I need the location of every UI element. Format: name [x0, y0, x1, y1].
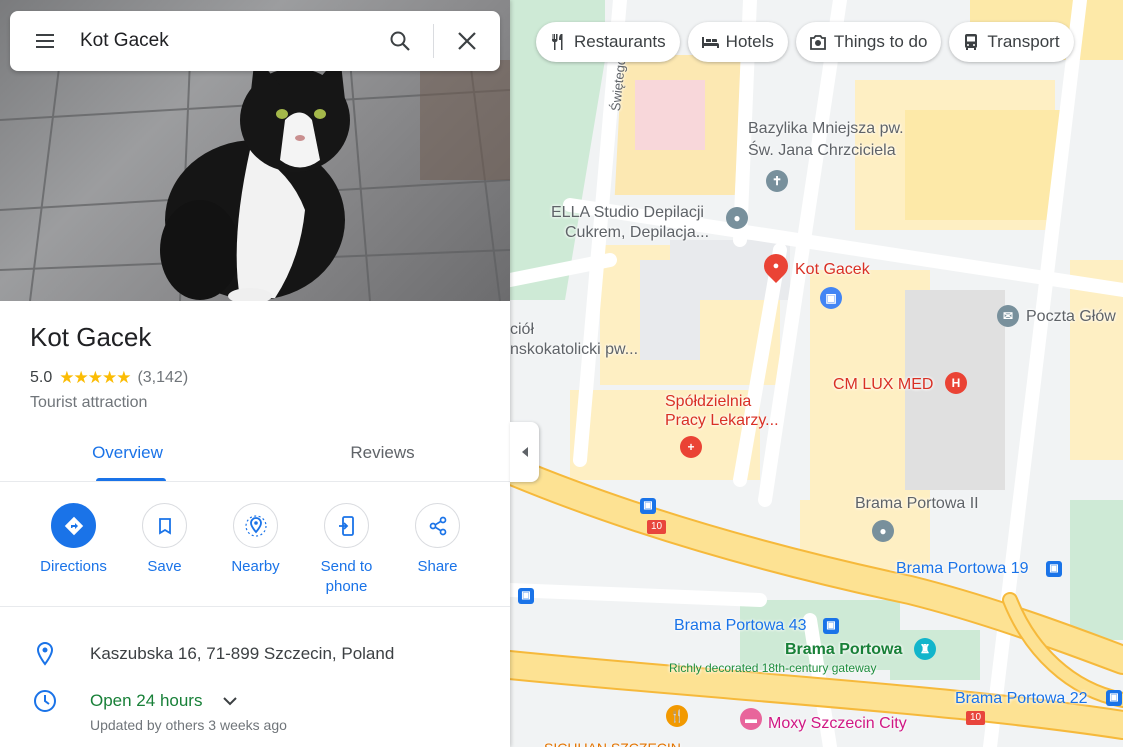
chip-label: Transport — [987, 32, 1060, 51]
place-title: Kot Gacek — [30, 322, 152, 352]
chip-things-to-do[interactable]: Things to do — [795, 22, 942, 62]
shopping-bag-icon[interactable]: ▣ — [820, 287, 842, 309]
send-to-phone-icon — [324, 503, 369, 548]
map-label-ella[interactable]: ELLA Studio Depilacji — [551, 203, 704, 223]
location-pin-icon — [36, 641, 54, 666]
place-category[interactable]: Tourist attraction — [30, 394, 147, 412]
save-label: Save — [147, 558, 182, 575]
directions-label: Directions — [40, 558, 107, 575]
chip-restaurants[interactable]: Restaurants — [536, 22, 680, 62]
chip-label: Things to do — [833, 32, 928, 51]
poi-pin-icon[interactable]: ● — [726, 207, 748, 229]
nearby-button[interactable]: Nearby — [210, 503, 301, 597]
chip-label: Restaurants — [574, 32, 666, 51]
directions-icon — [51, 503, 96, 548]
fork-knife-icon — [552, 34, 563, 50]
bus-stop-icon[interactable]: ▣ — [518, 588, 534, 604]
action-buttons: Directions Save Nearby Send to phone Sha… — [28, 503, 483, 597]
share-label: Share — [417, 558, 458, 575]
chevron-down-icon[interactable] — [220, 691, 240, 711]
clock-icon — [34, 690, 56, 712]
poi-pin-icon[interactable]: ● — [872, 520, 894, 542]
map-label-poczta[interactable]: Poczta Głów — [1026, 307, 1116, 327]
hotel-icon[interactable]: ▬ — [740, 708, 762, 730]
chevron-left-icon — [521, 447, 528, 457]
collapse-panel-button[interactable] — [510, 422, 539, 482]
rating-stars-icon: ★★★★★ — [59, 368, 131, 387]
tab-reviews[interactable]: Reviews — [255, 432, 510, 481]
tab-overview[interactable]: Overview — [0, 432, 255, 481]
search-icon — [390, 31, 410, 51]
map-label-moxy[interactable]: Moxy Szczecin City — [768, 714, 907, 734]
maps-app: Świętego Woj Bazylika Mniejsza pw. Św. J… — [0, 0, 1123, 747]
category-chips: Restaurants Hotels Things to do Transpor… — [536, 22, 1074, 62]
hours-row[interactable]: Open 24 hours Updated by others 3 weeks … — [0, 688, 510, 733]
send-to-phone-button[interactable]: Send to phone — [301, 503, 392, 597]
place-panel: Kot Gacek 5.0 ★★★★★ (3,142) Tourist attr… — [0, 0, 510, 747]
map-label-brama-portowa[interactable]: Brama Portowa — [785, 640, 902, 660]
map-label-sichuan[interactable]: SICHUAN SZCZECIN — [544, 738, 681, 747]
map-label-bazylika-2[interactable]: Św. Jana Chrzciciela — [748, 141, 896, 161]
place-tabs: Overview Reviews — [0, 432, 510, 482]
bookmark-icon — [142, 503, 187, 548]
map-canvas[interactable]: Świętego Woj Bazylika Mniejsza pw. Św. J… — [510, 0, 1123, 747]
bus-icon — [965, 34, 978, 50]
clear-search-button[interactable] — [434, 11, 500, 71]
map-label-cm-lux-med[interactable]: CM LUX MED — [833, 375, 933, 395]
save-button[interactable]: Save — [119, 503, 210, 597]
nearby-icon — [233, 503, 278, 548]
menu-button[interactable] — [10, 11, 80, 71]
divider — [0, 606, 510, 607]
search-button[interactable] — [367, 11, 433, 71]
rating-row[interactable]: 5.0 ★★★★★ (3,142) — [30, 368, 188, 388]
tram-stop-icon[interactable]: ▣ — [1046, 561, 1062, 577]
hospital-icon[interactable]: H — [945, 372, 967, 394]
hours-status: Open 24 hours — [90, 691, 203, 710]
address-row[interactable]: Kaszubska 16, 71-899 Szczecin, Poland — [0, 641, 510, 667]
chip-hotels[interactable]: Hotels — [687, 22, 788, 62]
map-label-kosciol-2[interactable]: nskokatolicki pw... — [510, 340, 638, 360]
hours-updated-text: Updated by others 3 weeks ago — [90, 717, 287, 733]
medical-icon[interactable]: + — [680, 436, 702, 458]
map-label-kot-gacek[interactable]: Kot Gacek — [795, 260, 870, 280]
restaurant-icon[interactable]: 🍴 — [666, 705, 688, 727]
nearby-label: Nearby — [231, 558, 280, 575]
search-input[interactable] — [80, 30, 367, 52]
map-label-brama-desc: Richly decorated 18th-century gateway — [669, 661, 877, 675]
send-to-phone-label: Send to phone — [320, 558, 373, 595]
map-label-brama-22[interactable]: Brama Portowa 22 — [955, 689, 1088, 709]
map-base — [510, 0, 1123, 747]
search-box — [10, 11, 500, 71]
directions-button[interactable]: Directions — [28, 503, 119, 597]
church-icon[interactable]: ✝ — [766, 170, 788, 192]
share-button[interactable]: Share — [392, 503, 483, 597]
map-label-brama-19[interactable]: Brama Portowa 19 — [896, 559, 1029, 579]
share-icon — [415, 503, 460, 548]
hamburger-menu-icon — [36, 34, 54, 48]
map-label-brama-ii[interactable]: Brama Portowa II — [855, 494, 979, 514]
review-count[interactable]: (3,142) — [137, 369, 188, 387]
tram-stop-icon[interactable]: ▣ — [1106, 690, 1122, 706]
route-badge: 10 — [647, 520, 667, 534]
bed-icon — [701, 37, 719, 48]
map-label-spoldzielnia[interactable]: Spółdzielnia — [665, 392, 751, 412]
chip-transport[interactable]: Transport — [949, 22, 1074, 62]
map-label-bazylika[interactable]: Bazylika Mniejsza pw. — [748, 119, 904, 139]
map-label-ella-2[interactable]: Cukrem, Depilacja... — [565, 223, 709, 243]
camera-icon — [809, 35, 826, 50]
mail-icon[interactable]: ✉ — [997, 305, 1019, 327]
map-label-brama-43[interactable]: Brama Portowa 43 — [674, 616, 807, 636]
close-icon — [458, 32, 476, 50]
chip-label: Hotels — [725, 32, 774, 51]
tram-stop-icon[interactable]: ▣ — [823, 618, 839, 634]
bus-stop-icon[interactable]: ▣ — [640, 498, 656, 514]
landmark-icon[interactable]: ♜ — [914, 638, 936, 660]
route-badge: 10 — [966, 711, 986, 725]
map-label-spoldzielnia-2[interactable]: Pracy Lekarzy... — [665, 411, 779, 431]
rating-value: 5.0 — [30, 369, 53, 386]
address-text: Kaszubska 16, 71-899 Szczecin, Poland — [90, 644, 395, 663]
map-label-kosciol[interactable]: ciół — [510, 320, 534, 340]
